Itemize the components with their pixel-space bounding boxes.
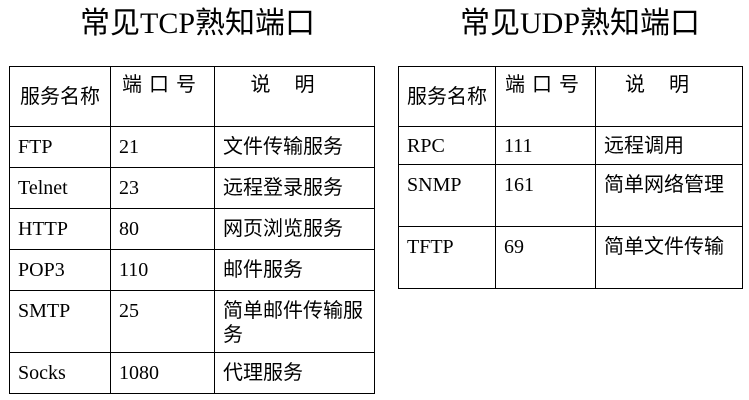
port-cell: 111 xyxy=(495,126,596,165)
port-cell: 80 xyxy=(110,208,215,250)
table-row: SMTP 25 简单邮件传输服务 xyxy=(9,290,375,353)
header-service-name: 服务名称 xyxy=(398,66,496,127)
description-cell: 简单网络管理 xyxy=(595,164,743,227)
table-row: Telnet 23 远程登录服务 xyxy=(9,167,375,209)
description-cell: 简单文件传输 xyxy=(595,226,743,289)
description-cell: 文件传输服务 xyxy=(214,126,375,168)
table-row: HTTP 80 网页浏览服务 xyxy=(9,208,375,250)
port-cell: 110 xyxy=(110,249,215,291)
header-port-number: 端口号 xyxy=(110,66,215,127)
description-cell: 网页浏览服务 xyxy=(214,208,375,250)
header-description: 说明 xyxy=(214,66,375,127)
port-cell: 25 xyxy=(110,290,215,353)
description-cell: 远程登录服务 xyxy=(214,167,375,209)
udp-ports-title: 常见UDP熟知端口 xyxy=(460,7,701,40)
service-cell: POP3 xyxy=(9,249,111,291)
tcp-ports-title: 常见TCP熟知端口 xyxy=(80,7,316,40)
header-description: 说明 xyxy=(595,66,743,127)
service-cell: HTTP xyxy=(9,208,111,250)
port-cell: 1080 xyxy=(110,352,215,394)
table-row: TFTP 69 简单文件传输 xyxy=(398,226,743,289)
header-service-name: 服务名称 xyxy=(9,66,111,127)
service-cell: SNMP xyxy=(398,164,496,227)
description-cell: 远程调用 xyxy=(595,126,743,165)
description-cell: 邮件服务 xyxy=(214,249,375,291)
service-cell: Telnet xyxy=(9,167,111,209)
description-cell: 简单邮件传输服务 xyxy=(214,290,375,353)
header-port-number: 端口号 xyxy=(495,66,596,127)
service-cell: RPC xyxy=(398,126,496,165)
port-cell: 69 xyxy=(495,226,596,289)
table-header-row: 服务名称 端口号 说明 xyxy=(398,66,743,127)
table-row: FTP 21 文件传输服务 xyxy=(9,126,375,168)
udp-ports-table: 服务名称 端口号 说明 RPC 111 远程调用 SNMP 161 简单网络管理… xyxy=(398,66,743,289)
port-cell: 21 xyxy=(110,126,215,168)
table-row: SNMP 161 简单网络管理 xyxy=(398,164,743,227)
service-cell: TFTP xyxy=(398,226,496,289)
table-row: Socks 1080 代理服务 xyxy=(9,352,375,394)
port-cell: 23 xyxy=(110,167,215,209)
table-row: POP3 110 邮件服务 xyxy=(9,249,375,291)
description-cell: 代理服务 xyxy=(214,352,375,394)
service-cell: FTP xyxy=(9,126,111,168)
table-row: RPC 111 远程调用 xyxy=(398,126,743,165)
tcp-ports-table: 服务名称 端口号 说明 FTP 21 文件传输服务 Telnet 23 远程登录… xyxy=(9,66,375,394)
port-cell: 161 xyxy=(495,164,596,227)
service-cell: Socks xyxy=(9,352,111,394)
table-header-row: 服务名称 端口号 说明 xyxy=(9,66,375,127)
service-cell: SMTP xyxy=(9,290,111,353)
